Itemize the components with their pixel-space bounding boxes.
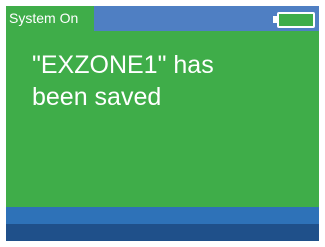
battery-icon [273, 12, 315, 28]
battery-body [277, 12, 315, 28]
bottom-band [6, 207, 319, 224]
status-bar: System On [6, 6, 319, 31]
device-screen: System On "EXZONE1" has been saved [6, 6, 319, 241]
system-status-label: System On [6, 6, 94, 31]
message-line-1: "EXZONE1" has [32, 51, 214, 79]
save-confirmation-message: "EXZONE1" has been saved [32, 49, 302, 113]
bottom-bar [6, 224, 319, 241]
message-line-2: been saved [32, 83, 162, 111]
